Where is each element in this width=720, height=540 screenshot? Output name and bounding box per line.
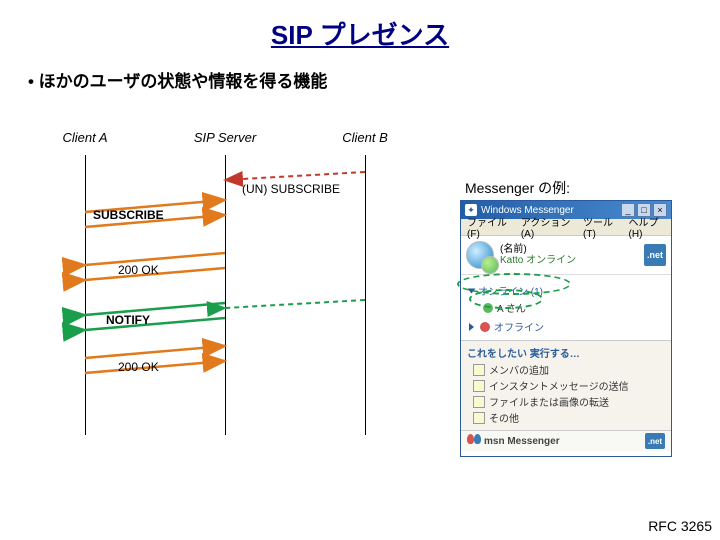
msg-unsubscribe: (UN) SUBSCRIBE: [242, 182, 340, 196]
contact-list: オンライン (1) A さん オフライン: [461, 275, 671, 340]
self-status: Katto オンライン: [500, 255, 576, 266]
presence-offline-icon: [480, 322, 490, 332]
bullet-text: • ほかのユーザの状態や情報を得る機能: [28, 67, 720, 92]
add-contact-icon: [473, 364, 485, 376]
net-badge-icon: .net: [644, 244, 666, 266]
self-name: (名前): [500, 244, 576, 255]
msn-logo: msn Messenger: [467, 434, 560, 448]
footer-net-badge: .net: [645, 433, 665, 449]
actions-panel: これをしたい 実行する… メンバの追加 インスタントメッセージの送信 ファイルま…: [461, 340, 671, 430]
footer-brand: msn Messenger: [484, 436, 560, 447]
highlight-contact-circle: [469, 289, 543, 309]
arrow-layer: [30, 130, 430, 450]
send-file-icon: [473, 396, 485, 408]
menu-file[interactable]: ファイル(F): [467, 214, 511, 240]
messenger-footer: msn Messenger .net: [461, 430, 671, 451]
action-send-file[interactable]: ファイルまたは画像の転送: [473, 394, 665, 409]
messenger-window: ✦ Windows Messenger _ □ × ファイル(F) アクション(…: [460, 200, 672, 457]
menu-action[interactable]: アクション(A): [521, 214, 573, 240]
send-im-icon: [473, 380, 485, 392]
example-label: Messenger の例:: [465, 178, 570, 198]
sequence-diagram: Client A SIP Server Client B: [30, 130, 430, 450]
action-send-im[interactable]: インスタントメッセージの送信: [473, 378, 665, 393]
msg-ok-2: 200 OK: [118, 360, 159, 374]
page-title: SIP プレゼンス: [0, 0, 720, 52]
action-other-label: その他: [489, 410, 519, 425]
menu-help[interactable]: ヘルプ(H): [629, 214, 665, 240]
messenger-menubar: ファイル(F) アクション(A) ツール(T) ヘルプ(H): [461, 219, 671, 236]
msg-subscribe: SUBSCRIBE: [93, 208, 164, 222]
action-add-contact-label: メンバの追加: [489, 362, 549, 377]
rfc-reference: RFC 3265: [648, 518, 712, 534]
action-add-contact[interactable]: メンバの追加: [473, 362, 665, 377]
msg-notify: NOTIFY: [106, 313, 150, 327]
action-other[interactable]: その他: [473, 410, 665, 425]
butterfly-icon: [467, 434, 481, 448]
group-offline-label: オフライン: [494, 319, 544, 334]
group-offline[interactable]: オフライン: [469, 319, 663, 334]
action-send-im-label: インスタントメッセージの送信: [489, 378, 629, 393]
collapse-icon: [469, 323, 474, 331]
actions-title: これをしたい 実行する…: [467, 345, 665, 360]
other-icon: [473, 412, 485, 424]
msg-ok-1: 200 OK: [118, 263, 159, 277]
avatar-icon: [466, 241, 494, 269]
messenger-self-panel: (名前) Katto オンライン .net: [461, 236, 671, 275]
action-send-file-label: ファイルまたは画像の転送: [489, 394, 609, 409]
menu-tools[interactable]: ツール(T): [583, 214, 619, 240]
